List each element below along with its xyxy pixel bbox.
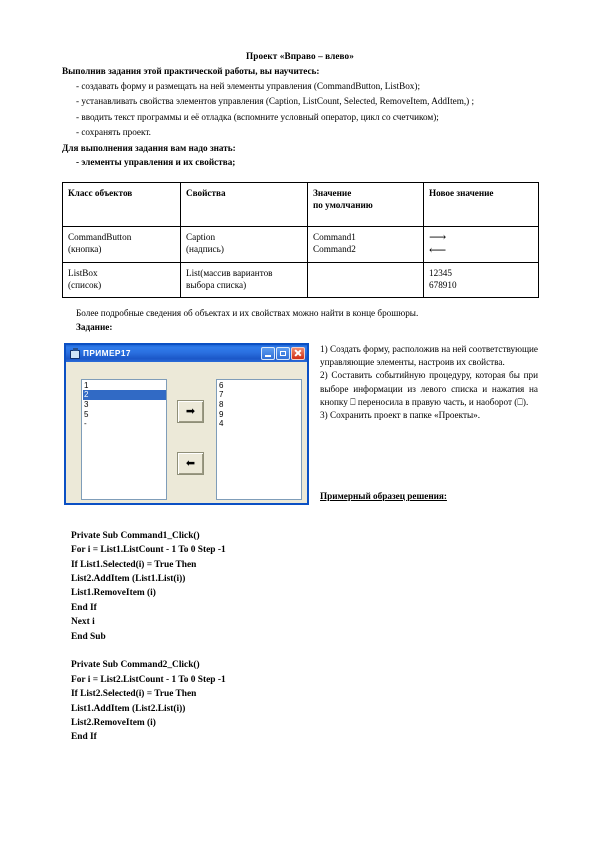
th-class: Класс объектов: [62, 181, 181, 227]
cell-property-list: List(массив вариантов выбора списка): [180, 261, 308, 298]
command2-button[interactable]: ⬅: [177, 451, 204, 475]
list-item[interactable]: 6: [218, 381, 301, 391]
table-row: ListBox (список) List(массив вариантов в…: [62, 261, 539, 298]
close-icon[interactable]: [291, 346, 305, 360]
listbox-list2[interactable]: 6 7 8 9 4: [216, 378, 302, 500]
list-item[interactable]: 8: [218, 400, 301, 410]
code-line: Private Sub Command2_Click(): [71, 660, 200, 671]
instruction-item-2: 2) Составить событийную процедуру, котор…: [320, 370, 538, 407]
cell-property-caption: Caption (надпись): [180, 225, 308, 263]
list-item[interactable]: -: [83, 419, 166, 429]
left-arrow-icon: ⟵: [429, 242, 447, 257]
cell-line: (надпись): [186, 244, 224, 255]
list-item-selected[interactable]: 2: [83, 390, 166, 400]
list-item[interactable]: 5: [83, 410, 166, 420]
code-line: List1.AddItem (List2.List(i)): [71, 703, 186, 714]
cell-line: (кнопка): [68, 244, 102, 255]
code-line: End If: [71, 732, 97, 743]
cell-newvalue-arrows: ⟶ ⟵: [423, 225, 539, 263]
code-line: If List2.Selected(i) = True Then: [71, 689, 197, 700]
cell-class-listbox: ListBox (список): [62, 261, 181, 298]
th-default-value-line1: Значение: [313, 187, 352, 198]
listbox-list1[interactable]: 1 2 3 5 -: [81, 378, 167, 500]
list-item[interactable]: 3: [83, 400, 166, 410]
cell-default-command: Command1 Command2: [307, 225, 424, 263]
cell-line: Caption: [186, 231, 216, 242]
right-arrow-icon: ⟶: [429, 229, 447, 244]
code-line: If List1.Selected(i) = True Then: [71, 559, 197, 570]
code-line: List2.AddItem (List1.List(i)): [71, 574, 186, 585]
knowledge-item-1: - элементы управления и их свойства;: [76, 156, 236, 167]
code-line: End If: [71, 602, 97, 613]
arrow-right-icon: ➡: [185, 404, 196, 418]
th-new-value: Новое значение: [423, 181, 539, 227]
cell-default-empty: [307, 261, 424, 298]
list-item[interactable]: 9: [218, 410, 301, 420]
objective-item-3: - вводить текст программы и её отладка (…: [76, 111, 439, 122]
cell-line: 678910: [429, 280, 457, 291]
maximize-icon[interactable]: [276, 346, 290, 360]
vb-form-window[interactable]: ПРИМЕР17 1 2 3 5 - ➡ ⬅ 6 7 8 9 4: [64, 342, 309, 505]
instruction-item-3: 3) Сохранить проект в папке «Проекты».: [320, 410, 481, 421]
cell-line: (список): [68, 280, 102, 291]
knowledge-subheading: Для выполнения задания вам надо знать:: [62, 142, 236, 153]
code-line: End Sub: [71, 631, 106, 642]
sample-solution-label: Примерный образец решения:: [320, 490, 447, 501]
document-page: Проект «Вправо – влево» Выполнив задания…: [0, 0, 595, 842]
object-properties-table: Класс объектов Свойства Значение по умол…: [62, 181, 539, 298]
list-item[interactable]: 7: [218, 390, 301, 400]
form-and-instructions-block: ПРИМЕР17 1 2 3 5 - ➡ ⬅ 6 7 8 9 4 1) Созд…: [62, 342, 538, 511]
code-line: Next i: [71, 617, 95, 628]
code-line: For i = List1.ListCount - 1 To 0 Step -1: [71, 545, 226, 556]
task-heading: Задание:: [76, 321, 113, 332]
objective-item-2: - устанавливать свойства элементов управ…: [76, 96, 475, 107]
window-controls: [261, 346, 305, 360]
objective-item-4: - сохранять проект.: [76, 127, 151, 138]
more-details-note: Более подробные сведения об объектах и и…: [76, 307, 419, 318]
table-row: CommandButton (кнопка) Caption (надпись)…: [62, 225, 539, 263]
code-line: List2.RemoveItem (i): [71, 718, 156, 729]
objective-item-1: - создавать форму и размещать на ней эле…: [76, 81, 421, 91]
code-line: List1.RemoveItem (i): [71, 588, 156, 599]
list-item[interactable]: 4: [218, 419, 301, 429]
code-listing: Private Sub Command1_Click() For i = Lis…: [71, 529, 538, 745]
cell-line: Command1: [313, 231, 356, 242]
cell-class-commandbutton: CommandButton (кнопка): [62, 225, 181, 263]
th-property: Свойства: [180, 181, 308, 227]
cell-line: Command2: [313, 244, 356, 255]
code-line: For i = List2.ListCount - 1 To 0 Step -1: [71, 674, 226, 685]
list-item[interactable]: 1: [83, 381, 166, 391]
vb-form-client-area: 1 2 3 5 - ➡ ⬅ 6 7 8 9 4: [66, 361, 307, 503]
command1-button[interactable]: ➡: [177, 399, 204, 423]
cell-line: 12345: [429, 267, 452, 278]
cell-line: выбора списка): [186, 280, 247, 291]
page-title: Проект «Вправо – влево»: [246, 51, 354, 61]
cell-newvalue-numbers: 12345 678910: [423, 261, 539, 298]
instruction-item-1: 1) Создать форму, расположив на ней соот…: [320, 343, 539, 368]
page-content: Проект «Вправо – влево» Выполнив задания…: [62, 50, 539, 745]
minimize-icon[interactable]: [261, 346, 275, 360]
cell-line: ListBox: [68, 267, 98, 278]
code-line: Private Sub Command1_Click(): [71, 530, 200, 541]
vb-form-icon: [69, 347, 80, 359]
lead-paragraph: Выполнив задания этой практической работ…: [62, 66, 320, 76]
vb-form-titlebar[interactable]: ПРИМЕР17: [66, 344, 307, 362]
cell-line: List(массив вариантов: [186, 267, 273, 278]
instructions-column: 1) Создать форму, расположив на ней соот…: [320, 343, 538, 423]
arrow-left-icon: ⬅: [185, 456, 196, 470]
th-default-value: Значение по умолчанию: [307, 181, 424, 227]
vb-form-title: ПРИМЕР17: [83, 348, 131, 359]
cell-line: CommandButton: [68, 231, 132, 242]
th-default-value-line2: по умолчанию: [313, 200, 373, 211]
table-header-row: Класс объектов Свойства Значение по умол…: [62, 181, 539, 227]
